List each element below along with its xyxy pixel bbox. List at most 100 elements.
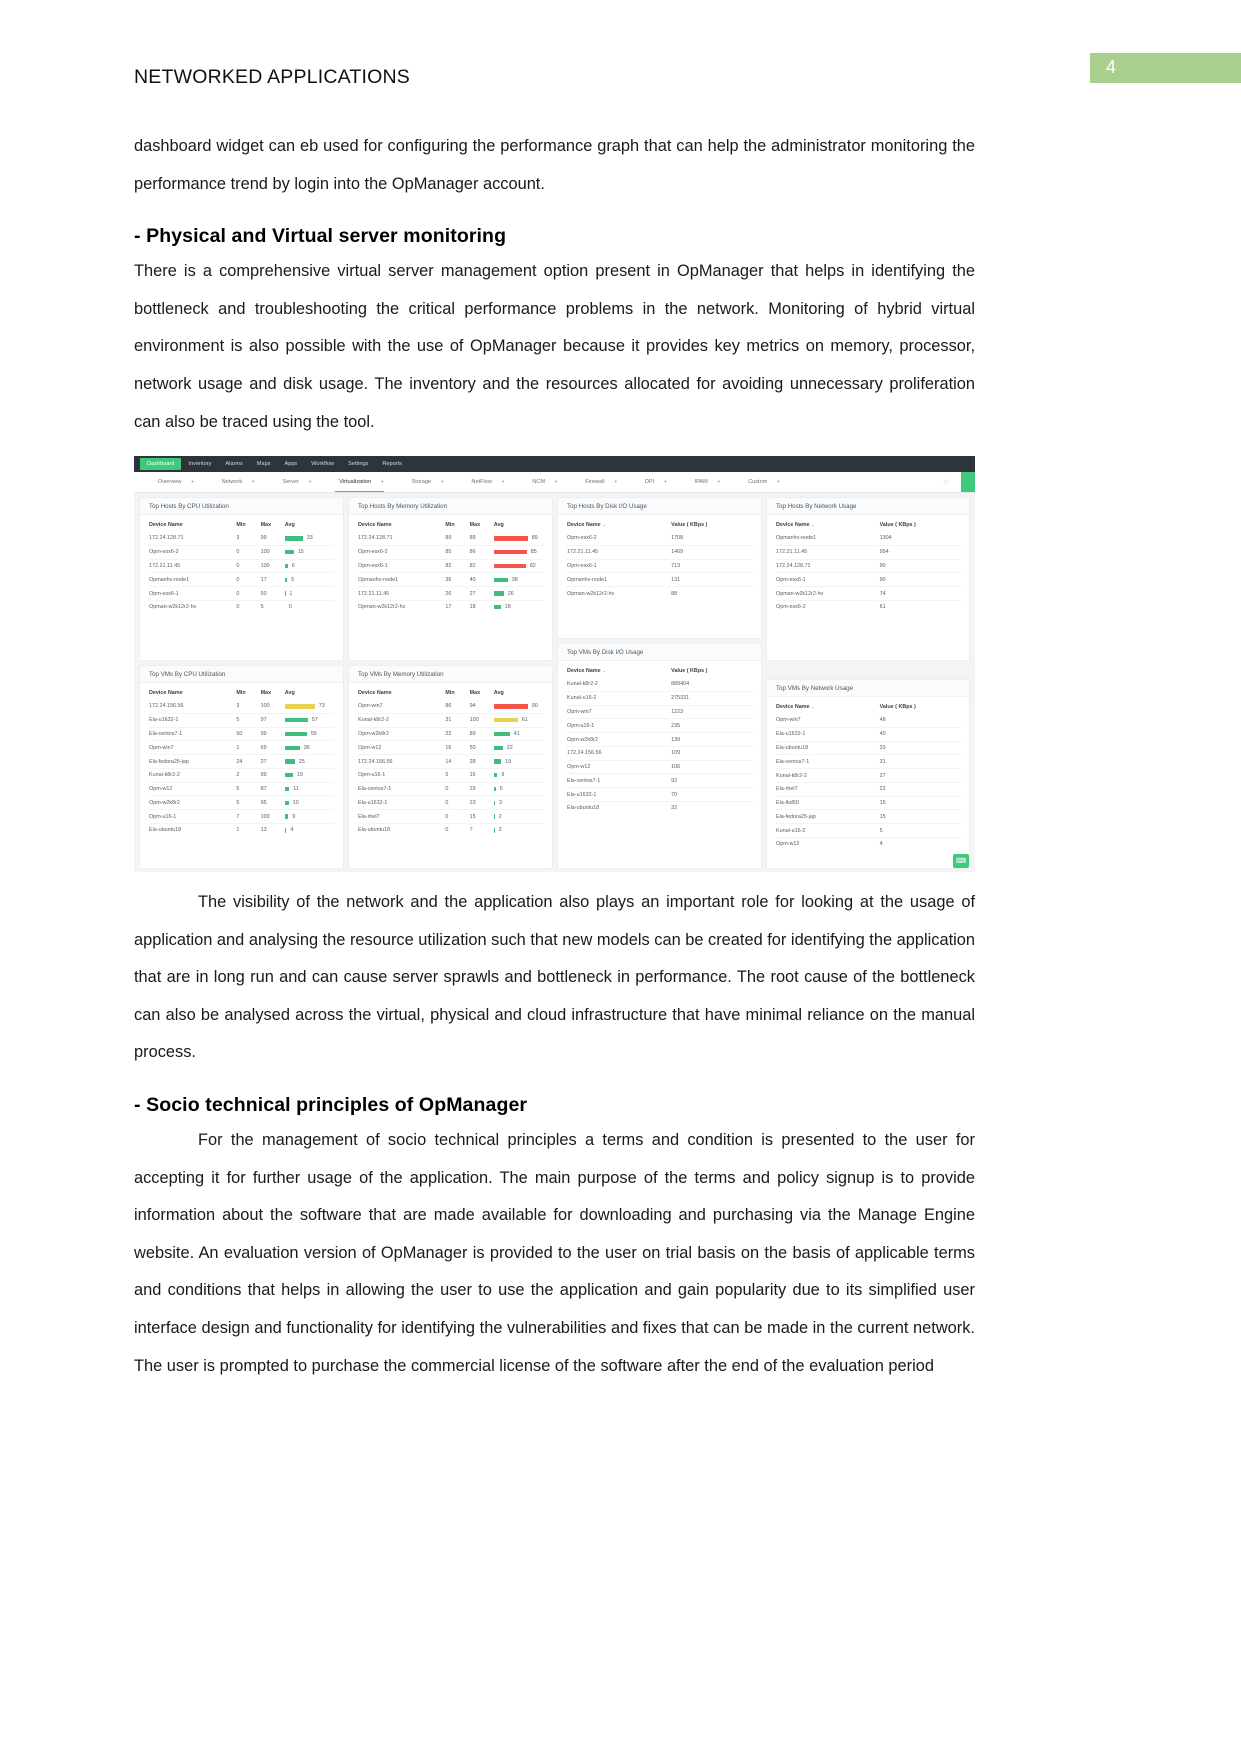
table-row[interactable]: Ela-centos7-1 92 [567, 773, 753, 788]
column-header-avg[interactable]: Avg [285, 687, 335, 700]
table-row[interactable]: Opm-esx6-1 0 50 1 [149, 586, 335, 601]
column-header-max[interactable]: Max [470, 519, 494, 532]
nav-tab-settings[interactable]: Settings [341, 458, 375, 470]
table-row[interactable]: Kunal-u16-2 5 [776, 823, 961, 838]
table-row[interactable]: Opm-win7 1223 [567, 704, 753, 719]
nav-tab-workflow[interactable]: Workflow [304, 458, 341, 470]
table-row[interactable]: Opm-esx6-1 90 [776, 572, 961, 587]
table-row[interactable]: Ela-u1632-1 40 [776, 726, 961, 742]
table-row[interactable]: Ela-u1632-1 0 23 3 [358, 795, 544, 810]
table-row[interactable]: Opmanhv-node1 131 [567, 572, 753, 587]
nav-tab-dashboard[interactable]: Dashboard [140, 458, 182, 470]
table-row[interactable]: Ela-ubuntu18 32 [567, 801, 753, 815]
table-row[interactable]: Opm-w12 5 87 11 [149, 781, 335, 796]
table-row[interactable]: Opm-esx6-2 1708 [567, 532, 753, 545]
table-row[interactable]: Ela-fedora25-jap 24 27 25 [149, 754, 335, 769]
table-row[interactable]: 172.24.128.71 3 99 33 [149, 532, 335, 545]
table-row[interactable]: Ela-centos7-1 31 [776, 754, 961, 769]
table-row[interactable]: Ela-fedora25-jap 15 [776, 809, 961, 824]
table-row[interactable]: Opman-w2k12r2-hv 0 5 0 [149, 599, 335, 614]
nav-tab-inventory[interactable]: Inventory [181, 458, 218, 470]
subnav-ipam[interactable]: IPAM ▾ [685, 472, 735, 492]
subnav-ncm[interactable]: NCM ▾ [522, 472, 571, 492]
table-row[interactable]: Kunal-u16-2 275331 [567, 690, 753, 706]
sort-arrow-icon[interactable]: ⌄ [601, 522, 606, 527]
sort-arrow-icon[interactable]: ⌄ [810, 704, 815, 709]
table-row[interactable]: Ela-ubuntu18 0 7 2 [358, 823, 544, 837]
column-header-device-name[interactable]: Device Name ⌄ [776, 701, 880, 714]
column-header-max[interactable]: Max [261, 687, 285, 700]
table-row[interactable]: Opm-esx6-2 85 86 85 [358, 544, 544, 560]
table-row[interactable]: Opmanhv-node1 0 17 5 [149, 572, 335, 587]
subnav-overview[interactable]: Overview ▾ [148, 472, 208, 492]
column-header-max[interactable]: Max [261, 519, 285, 532]
table-row[interactable]: Opman-w2k12r2-hv 17 18 18 [358, 599, 544, 614]
subnav-server[interactable]: Server ▾ [272, 472, 325, 492]
table-row[interactable]: Opm-esx6-1 713 [567, 558, 753, 573]
table-row[interactable]: Opman-w2k12r2-hv 88 [567, 586, 753, 600]
table-row[interactable]: Opm-esx6-2 61 [776, 599, 961, 614]
table-row[interactable]: Kunal-k8r2-2 889404 [567, 678, 753, 691]
subnav-network[interactable]: Network ▾ [212, 472, 269, 492]
column-header-device-name[interactable]: Device Name ⌄ [567, 519, 671, 532]
table-row[interactable]: Ela-rhel7 0 15 2 [358, 809, 544, 824]
column-header-device-name[interactable]: Device Name [149, 519, 236, 532]
favorite-star-icon[interactable]: ☆ [943, 478, 949, 486]
table-row[interactable]: 172.21.11.45 26 27 26 [358, 586, 544, 601]
nav-tab-apps[interactable]: Apps [277, 458, 304, 470]
column-header-avg[interactable]: Avg [285, 519, 335, 532]
table-row[interactable]: Kunal-k8r2-2 27 [776, 768, 961, 783]
nav-tab-maps[interactable]: Maps [250, 458, 278, 470]
table-row[interactable]: 172.21.11.45 954 [776, 544, 961, 560]
column-header-device-name[interactable]: Device Name ⌄ [567, 665, 671, 678]
table-row[interactable]: Opm-win7 86 94 90 [358, 700, 544, 713]
table-row[interactable]: Opm-w12 16 50 22 [358, 740, 544, 755]
column-header-value-kbps-[interactable]: Value ( KBps ) [880, 519, 961, 532]
table-row[interactable]: Opman-w2k12r2-hv 74 [776, 586, 961, 601]
table-row[interactable]: Opm-u16-1 235 [567, 718, 753, 733]
table-row[interactable]: 172.24.156.56 14 28 19 [358, 754, 544, 769]
table-row[interactable]: Opm-w12 106 [567, 759, 753, 774]
table-row[interactable]: Opm-w2k8r2 139 [567, 732, 753, 747]
column-header-max[interactable]: Max [470, 687, 494, 700]
column-header-avg[interactable]: Avg [494, 687, 544, 700]
column-header-min[interactable]: Min [236, 687, 260, 700]
sort-arrow-icon[interactable]: ⌄ [810, 522, 815, 527]
table-row[interactable]: 172.24.156.56 109 [567, 745, 753, 761]
column-header-value-kbps-[interactable]: Value ( KBps ) [671, 519, 753, 532]
table-row[interactable]: Ela-u1632-1 5 97 57 [149, 712, 335, 728]
table-row[interactable]: Opmanhv-node1 1304 [776, 532, 961, 545]
table-row[interactable]: Opm-w12 4 [776, 837, 961, 851]
table-row[interactable]: Kunal-k8r2-2 31 100 61 [358, 712, 544, 728]
sort-arrow-icon[interactable]: ⌄ [601, 668, 606, 673]
table-row[interactable]: Ela-ubuntu18 33 [776, 740, 961, 755]
table-row[interactable]: Ela-rhel7 22 [776, 781, 961, 797]
column-header-device-name[interactable]: Device Name [358, 519, 445, 532]
subnav-netflow[interactable]: NetFlow ▾ [461, 472, 518, 492]
table-row[interactable]: Ela-ubuntu18 1 13 4 [149, 823, 335, 837]
table-row[interactable]: Opm-u16-1 7 100 9 [149, 809, 335, 824]
table-row[interactable]: Opm-esx6-2 0 100 15 [149, 544, 335, 560]
table-row[interactable]: Ela-centos7-1 50 99 55 [149, 726, 335, 741]
column-header-min[interactable]: Min [445, 687, 469, 700]
nav-tab-reports[interactable]: Reports [375, 458, 409, 470]
chat-support-icon[interactable]: ⌨ [953, 854, 969, 868]
column-header-value-kbps-[interactable]: Value ( KBps ) [880, 701, 961, 714]
subnav-custom[interactable]: Custom ▾ [738, 472, 794, 492]
column-header-min[interactable]: Min [445, 519, 469, 532]
subnav-action-chip[interactable] [961, 472, 975, 492]
table-row[interactable]: Opm-win7 48 [776, 714, 961, 727]
subnav-dpi[interactable]: DPI ▾ [635, 472, 681, 492]
nav-tab-alarms[interactable]: Alarms [218, 458, 249, 470]
table-row[interactable]: 172.24.156.56 3 100 73 [149, 700, 335, 713]
column-header-device-name[interactable]: Device Name [358, 687, 445, 700]
subnav-virtualization[interactable]: Virtualization ▾ [329, 472, 397, 492]
table-row[interactable]: 172.24.128.71 90 [776, 558, 961, 573]
column-header-min[interactable]: Min [236, 519, 260, 532]
table-row[interactable]: 172.24.128.71 89 89 89 [358, 532, 544, 545]
table-row[interactable]: 172.21.11.45 0 100 6 [149, 558, 335, 573]
table-row[interactable]: 172.21.11.45 1469 [567, 544, 753, 560]
table-row[interactable]: Ela-u1632-1 70 [567, 787, 753, 802]
subnav-firewall[interactable]: Firewall ▾ [575, 472, 631, 492]
table-row[interactable]: Kunal-k8r2-2 2 99 19 [149, 767, 335, 783]
